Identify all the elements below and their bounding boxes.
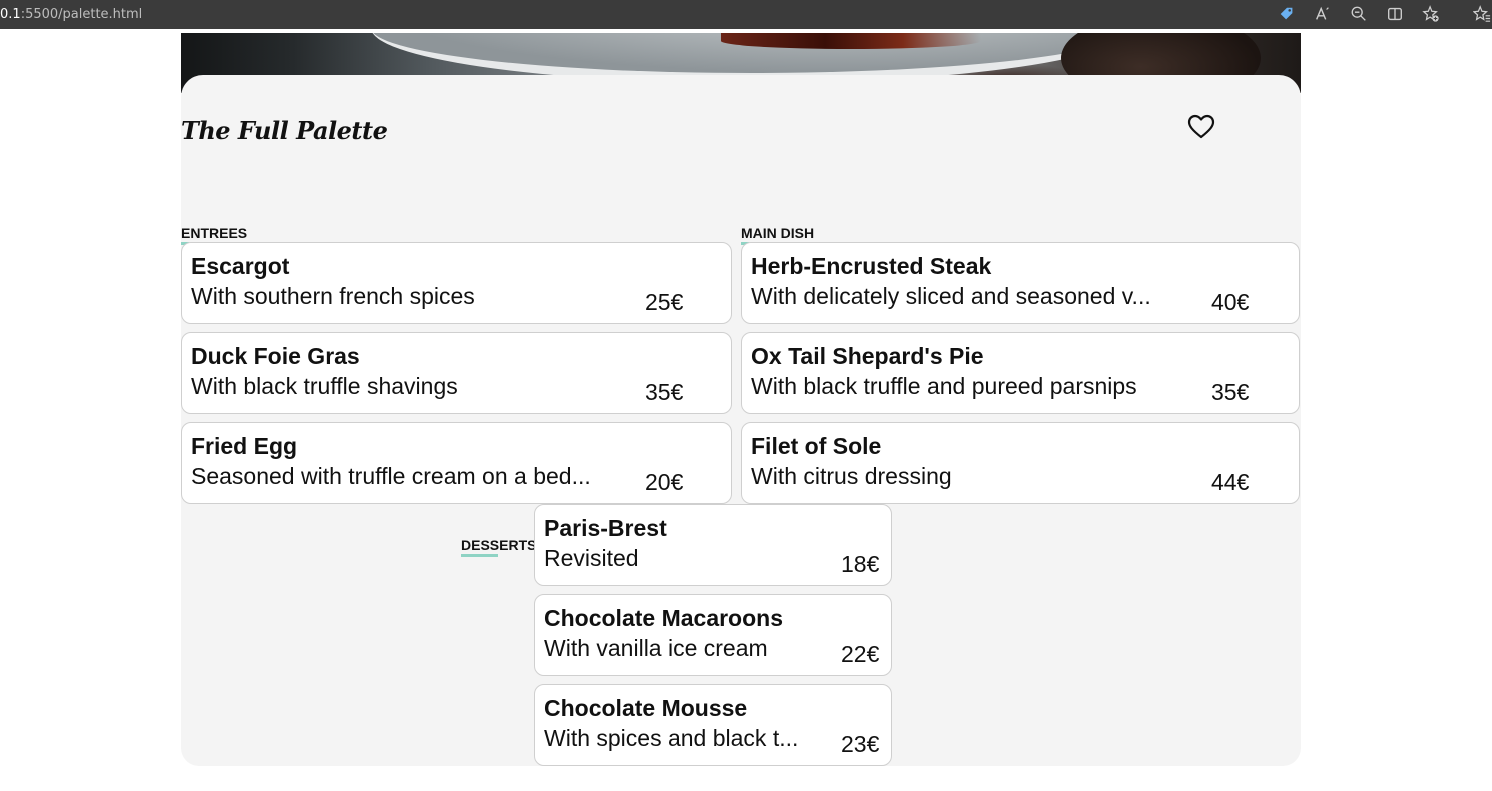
item-description: Revisited [544,545,639,571]
item-price: 18€ [841,551,880,577]
menu-item[interactable]: Duck Foie Gras With black truffle shavin… [181,332,732,414]
item-price: 35€ [1211,379,1250,405]
item-name: Chocolate Mousse [544,695,748,721]
read-aloud-icon[interactable] [1313,4,1333,24]
item-name: Paris-Brest [544,515,667,541]
url-path: :5500/palette.html [20,7,143,22]
item-name: Herb-Encrusted Steak [751,253,992,279]
menu-item[interactable]: Herb-Encrusted Steak With delicately sli… [741,242,1300,324]
tag-icon[interactable] [1277,4,1297,24]
item-price: 25€ [645,289,684,315]
section-label-main-dish: MAIN DISH [741,225,815,241]
item-price: 44€ [1211,469,1250,495]
address-bar[interactable]: 0.1:5500/palette.html [0,7,142,22]
split-screen-icon[interactable] [1385,4,1405,24]
item-description: With black truffle shavings [191,373,458,399]
item-name: Ox Tail Shepard's Pie [751,343,984,369]
menu-item[interactable]: Filet of Sole With citrus dressing 44€ [741,422,1300,504]
menu-item[interactable]: Escargot With southern french spices 25€ [181,242,732,324]
item-name: Fried Egg [191,433,298,459]
restaurant-title: The Full Palette [181,116,388,145]
item-price: 40€ [1211,289,1250,315]
menu-item[interactable]: Chocolate Macaroons With vanilla ice cre… [534,594,892,676]
item-price: 22€ [841,641,880,667]
section-accent-desserts [461,554,498,557]
item-description: With delicately sliced and seasoned v... [751,283,1151,309]
section-label-desserts: DESSERTS [461,537,537,553]
item-name: Chocolate Macaroons [544,605,783,631]
menu-item[interactable]: Paris-Brest Revisited 18€ [534,504,892,586]
item-description: With black truffle and pureed parsnips [751,373,1137,399]
menu-item[interactable]: Chocolate Mousse With spices and black t… [534,684,892,766]
item-name: Duck Foie Gras [191,343,360,369]
favorites-icon[interactable] [1472,4,1492,24]
item-price: 35€ [645,379,684,405]
add-favorite-icon[interactable] [1421,4,1441,24]
section-label-entrees: ENTREES [181,225,248,241]
item-price: 20€ [645,469,684,495]
item-description: With spices and black t... [544,725,799,751]
browser-toolbar: 0.1:5500/palette.html [0,0,1492,29]
heart-icon[interactable] [1187,114,1215,140]
menu-item[interactable]: Ox Tail Shepard's Pie With black truffle… [741,332,1300,414]
item-description: Seasoned with truffle cream on a bed... [191,463,591,489]
hero-sauce [721,33,981,49]
item-description: With citrus dressing [751,463,952,489]
item-description: With vanilla ice cream [544,635,768,661]
menu-item[interactable]: Fried Egg Seasoned with truffle cream on… [181,422,732,504]
item-price: 23€ [841,731,880,757]
item-description: With southern french spices [191,283,475,309]
url-host: 0.1 [0,7,21,22]
item-name: Filet of Sole [751,433,882,459]
zoom-out-icon[interactable] [1349,4,1369,24]
item-name: Escargot [191,253,290,279]
